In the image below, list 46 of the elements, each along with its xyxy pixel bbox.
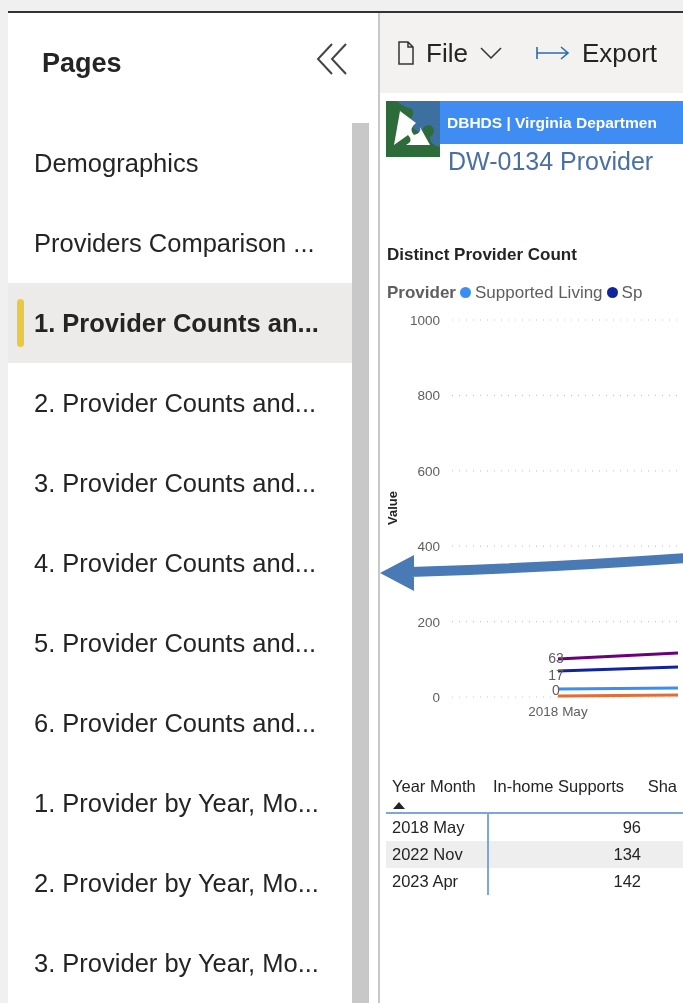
page-tab[interactable]: 3. Provider Counts and...: [8, 443, 352, 523]
page-tab[interactable]: 3. Provider by Year, Mo...: [8, 923, 352, 1003]
page-tab[interactable]: 5. Provider Counts and...: [8, 603, 352, 683]
export-icon: [535, 45, 570, 61]
page-tab[interactable]: 6. Provider Counts and...: [8, 683, 352, 763]
axis-tick-label: 0: [432, 690, 440, 705]
data-label: 63: [548, 650, 564, 666]
chevron-icon: [479, 47, 502, 59]
scrollbar[interactable]: [352, 123, 369, 1003]
document-icon: [398, 41, 414, 65]
axis-tick-label: 200: [417, 614, 440, 630]
axis-tick-label: 400: [417, 539, 440, 555]
chart-title: Distinct Provider Count: [387, 244, 578, 266]
page-tab[interactable]: 1. Provider Counts an...: [8, 283, 352, 363]
legend-label: Sp: [621, 281, 643, 304]
axis-tick-label: 1000: [409, 313, 440, 328]
axis-tick-label: 2018 May: [528, 704, 588, 719]
axis-tick-label: 800: [417, 388, 440, 404]
legend-label: Supported Living: [475, 281, 603, 304]
collapse-icon[interactable]: [316, 43, 348, 75]
page-tab[interactable]: Demographics: [8, 123, 352, 203]
column-header[interactable]: In-home Supports: [486, 770, 642, 812]
legend-title: Provider: [387, 281, 456, 304]
column-header[interactable]: Sha: [641, 770, 683, 812]
table-cell-text: 142: [612, 871, 641, 893]
report-banner: DBHDS | Virginia Departmen: [440, 101, 683, 144]
axis-title: Value: [385, 491, 400, 525]
page-tab[interactable]: 4. Provider Counts and...: [8, 523, 352, 603]
page-tab[interactable]: 2. Provider Counts and...: [8, 363, 352, 443]
table-cell-text: 134: [612, 844, 641, 866]
export-button[interactable]: Export: [535, 33, 658, 73]
table-cell: 2022 Nov: [386, 841, 489, 868]
report-title: DW-0134 Provider: [447, 146, 655, 177]
table-cell-text: 96: [621, 817, 641, 839]
data-label: 17: [548, 667, 564, 683]
panel-title: Pages: [42, 47, 122, 80]
selection-indicator: [17, 299, 24, 347]
column-header[interactable]: Year Month: [386, 770, 487, 812]
table-cell: 2023 Apr: [386, 868, 489, 895]
page-tab[interactable]: 1. Provider by Year, Mo...: [8, 763, 352, 843]
axis-tick-label: 600: [417, 463, 440, 479]
page-tab[interactable]: Providers Comparison ...: [8, 203, 352, 283]
data-label: 0: [552, 682, 560, 698]
file-menu[interactable]: File: [398, 33, 502, 73]
logo-icon: [386, 101, 440, 157]
page-tab[interactable]: 2. Provider by Year, Mo...: [8, 843, 352, 923]
